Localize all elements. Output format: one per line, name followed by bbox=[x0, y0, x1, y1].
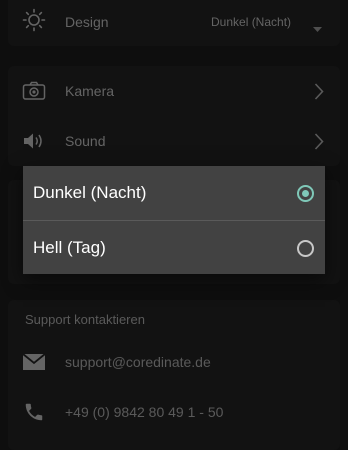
radio-selected-icon[interactable] bbox=[297, 184, 314, 202]
option-light-label: Hell (Tag) bbox=[33, 238, 106, 257]
radio-unselected-icon[interactable] bbox=[297, 239, 314, 257]
option-dark-label: Dunkel (Nacht) bbox=[33, 183, 147, 202]
option-dark[interactable]: Dunkel (Nacht) bbox=[23, 166, 325, 220]
theme-dialog: Dunkel (Nacht) Hell (Tag) bbox=[23, 166, 325, 274]
settings-screen: Design Dunkel (Nacht) Kamera Sound Suppo… bbox=[0, 0, 348, 450]
option-light[interactable]: Hell (Tag) bbox=[23, 221, 325, 275]
